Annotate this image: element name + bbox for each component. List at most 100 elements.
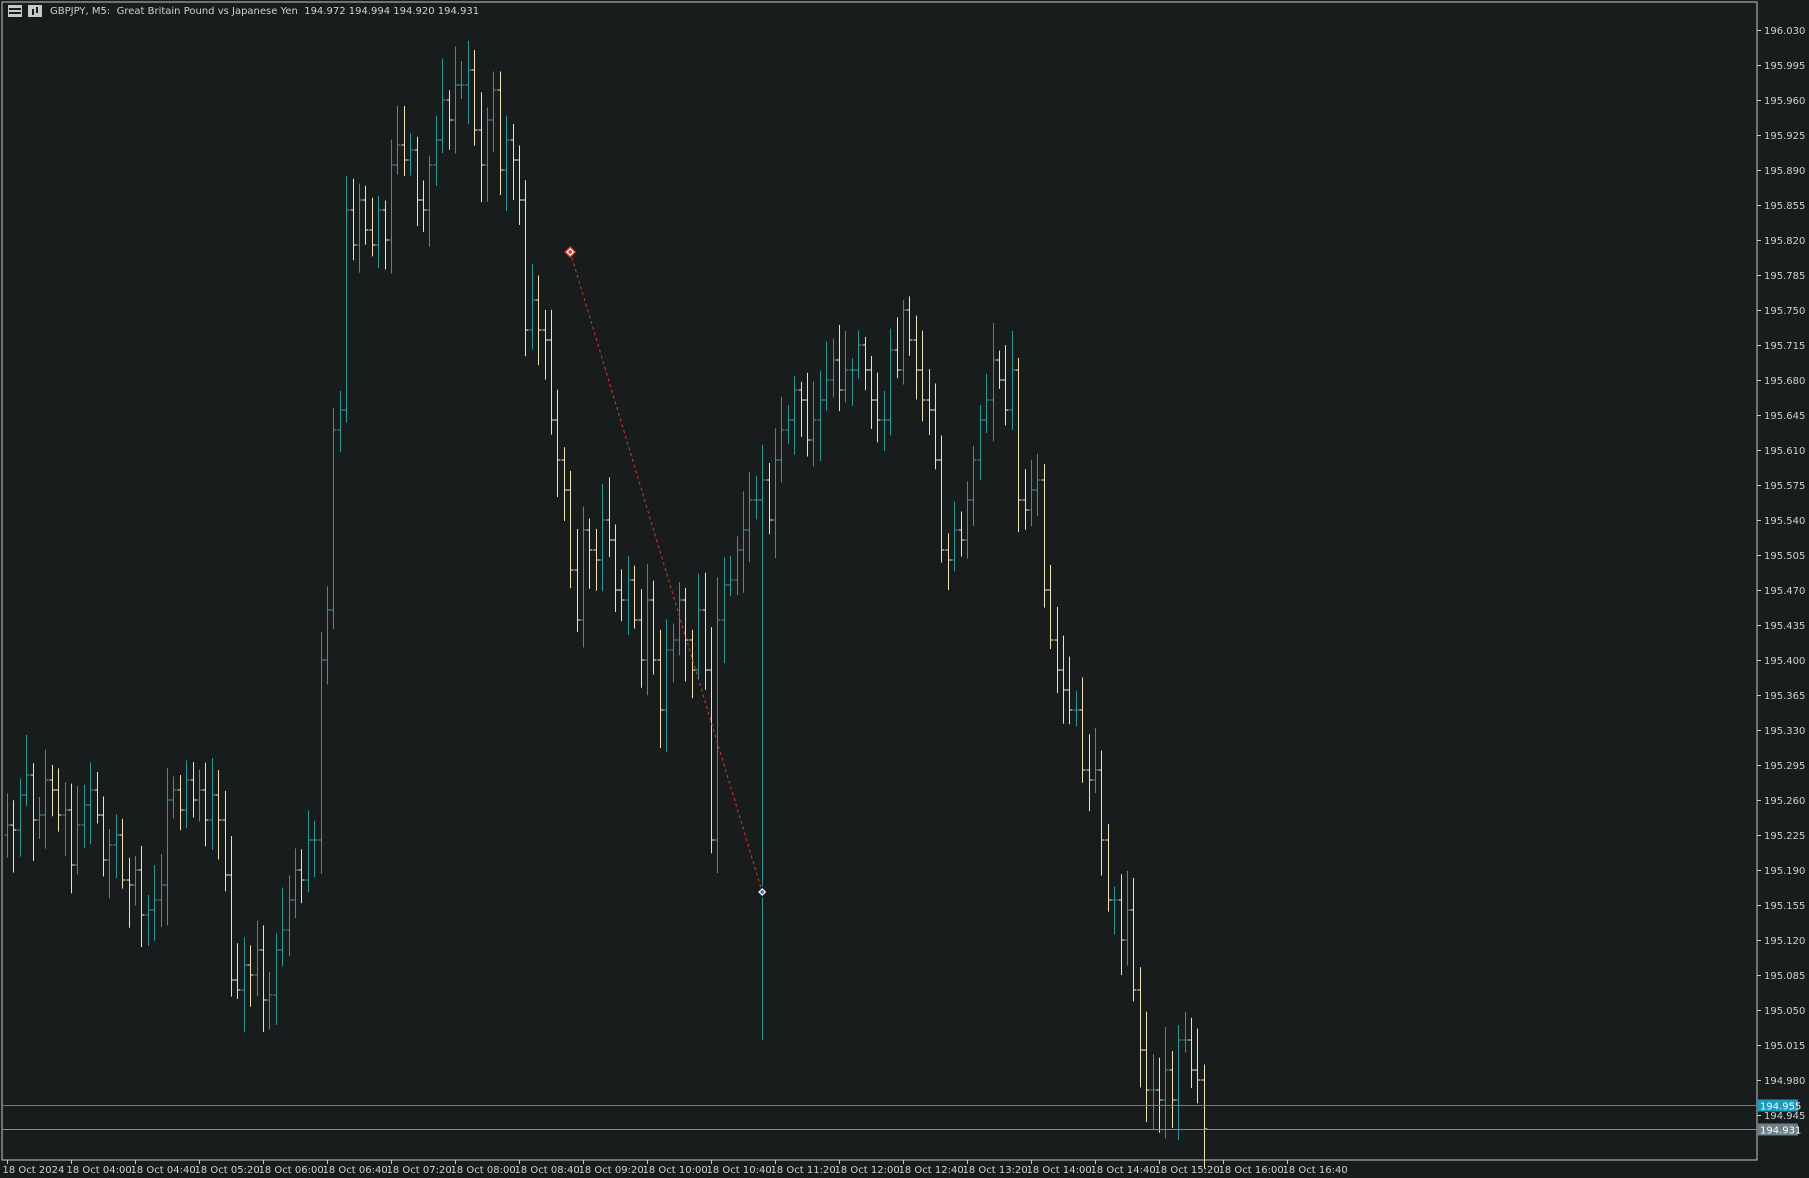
price-tick-label: 195.750	[1764, 306, 1805, 317]
ohlc-bar	[708, 627, 715, 854]
ohlc-bar	[823, 341, 830, 411]
ohlc-bar	[254, 920, 261, 997]
ohlc-bar	[1079, 677, 1086, 783]
ohlc-bar	[183, 760, 190, 828]
ohlc-bar	[644, 564, 651, 696]
ohlc-bar	[778, 396, 785, 483]
ohlc-bar	[721, 557, 728, 663]
price-tick-label: 195.225	[1764, 831, 1805, 842]
ohlc-bar	[228, 836, 235, 997]
time-tick-label: 18 Oct 06:00	[259, 1165, 324, 1176]
ohlc-bar	[446, 90, 453, 150]
ohlc-bar	[727, 556, 734, 596]
ohlc-bar	[241, 937, 248, 1033]
ohlc-bar	[1015, 357, 1022, 533]
time-tick-label: 18 Oct 14:00	[1027, 1165, 1092, 1176]
ohlc-bar	[593, 528, 600, 591]
price-tick-label: 195.050	[1764, 1006, 1805, 1017]
ohlc-bar	[1105, 823, 1112, 912]
ohlc-bar	[1002, 345, 1009, 426]
sell-entry-icon[interactable]	[564, 245, 577, 259]
ohlc-bar	[529, 263, 536, 350]
ohlc-bar	[1028, 459, 1035, 527]
ohlc-bar	[714, 577, 721, 873]
price-axis[interactable]: 196.030 195.995 195.960 195.925 195.890 195.8…	[1757, 26, 1805, 1137]
ohlc-bar	[1041, 464, 1048, 608]
ohlc-bar	[702, 572, 709, 690]
ohlc-bar	[983, 373, 990, 433]
price-tick-label: 195.120	[1764, 936, 1805, 947]
time-tick-label: 18 Oct 07:20	[387, 1165, 452, 1176]
ohlc-bar	[650, 580, 657, 675]
ohlc-bar	[311, 820, 318, 878]
time-tick-label: 18 Oct 12:00	[835, 1165, 900, 1176]
ohlc-bar	[458, 60, 465, 99]
time-tick-label: 18 Oct 08:40	[515, 1165, 580, 1176]
ohlc-bar	[855, 330, 862, 379]
plot-area[interactable]	[1, 1, 1758, 1169]
ohlc-bar	[567, 470, 574, 589]
ohlc-bar	[1073, 690, 1080, 727]
time-tick-label: 18 Oct 14:40	[1091, 1165, 1156, 1176]
time-axis[interactable]: 18 Oct 2024 18 Oct 04:0018 Oct 04:4018 Oc…	[3, 1160, 1348, 1176]
ohlc-bar	[36, 796, 43, 839]
ohlc-bar	[657, 629, 664, 749]
price-tick-label: 195.820	[1764, 236, 1805, 247]
ohlc-bar	[996, 350, 1003, 389]
time-tick-label: 18 Oct 08:00	[451, 1165, 516, 1176]
ohlc-bar	[452, 46, 459, 154]
ohlc-bar	[330, 407, 337, 630]
ohlc-bar	[842, 330, 849, 403]
ohlc-bar	[42, 749, 49, 849]
exit-icon[interactable]	[756, 885, 769, 899]
ohlc-bar	[158, 854, 165, 928]
time-tick-label: 18 Oct 16:40	[1283, 1165, 1348, 1176]
price-tick-label: 195.505	[1764, 551, 1805, 562]
ohlc-bar	[874, 372, 881, 443]
ohlc-bar	[324, 586, 331, 685]
time-tick-label: 18 Oct 16:00	[1219, 1165, 1284, 1176]
ohlc-bar	[484, 107, 491, 202]
price-tick-label: 195.960	[1764, 96, 1805, 107]
ohlc-bar	[836, 324, 843, 411]
ohlc-bar	[535, 275, 542, 366]
ohlc-bar	[1060, 635, 1067, 724]
ohlc-bar	[631, 565, 638, 629]
ohlc-bar	[1111, 886, 1118, 935]
price-tick-label: 195.925	[1764, 131, 1805, 142]
ohlc-bar	[548, 309, 555, 435]
ohlc-bar	[561, 447, 568, 521]
ohlc-bar	[196, 769, 203, 822]
ohlc-bar	[343, 176, 350, 423]
ohlc-bar	[1054, 606, 1061, 694]
ohlc-bar	[279, 887, 286, 967]
ohlc-bar	[350, 178, 357, 261]
price-tick-label: 195.680	[1764, 376, 1805, 387]
ohlc-bar	[439, 58, 446, 154]
ohlc-bar	[689, 629, 696, 699]
time-tick-label: 18 Oct 12:40	[899, 1165, 964, 1176]
ohlc-bar	[1175, 1025, 1182, 1140]
ohlc-bar	[1194, 1028, 1201, 1104]
ohlc-bar	[170, 776, 177, 819]
ohlc-bar	[87, 762, 94, 845]
time-tick-label: 18 Oct 2024	[3, 1165, 65, 1176]
ohlc-bar	[68, 783, 75, 894]
ohlc-bar	[497, 71, 504, 195]
ohlc-bar	[766, 463, 773, 535]
ohlc-bar	[695, 573, 702, 680]
price-tick-label: 195.085	[1764, 971, 1805, 982]
ohlc-bar	[599, 483, 606, 592]
ohlc-bar	[625, 556, 632, 635]
price-tick-label: 195.155	[1764, 901, 1805, 912]
ohlc-bar	[542, 310, 549, 380]
ohlc-bar	[222, 790, 229, 892]
ohlc-bar	[670, 623, 677, 683]
ask-price-label: 194.931	[1760, 1126, 1801, 1137]
ohlc-bar	[580, 506, 587, 648]
ohlc-bar	[369, 197, 376, 257]
ohlc-bar	[401, 106, 408, 176]
plot-frame	[1, 1, 1758, 1161]
ohlc-bar	[138, 845, 145, 948]
price-chart[interactable]: 196.030 195.995 195.960 195.925 195.890 195.8…	[0, 0, 1809, 1178]
